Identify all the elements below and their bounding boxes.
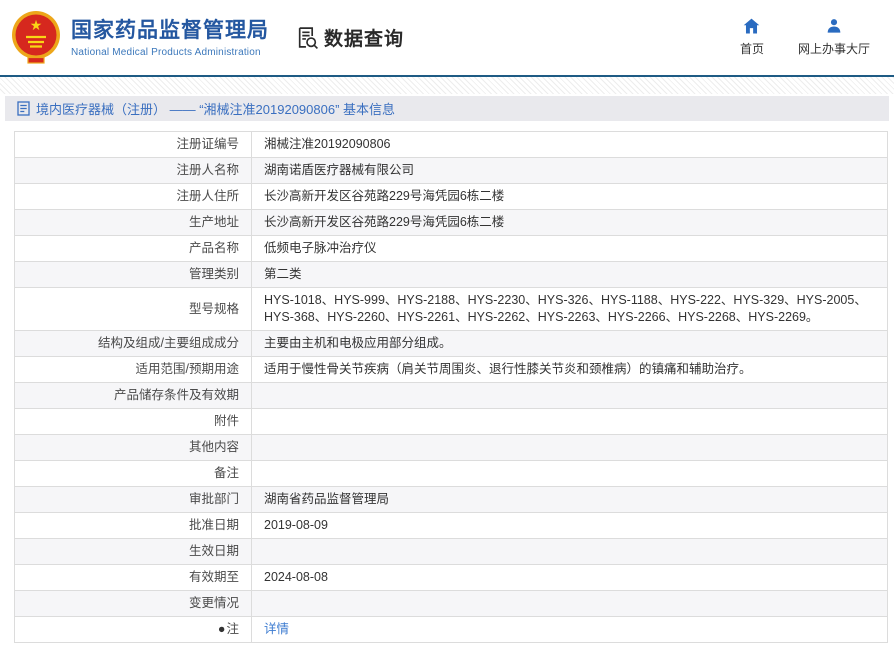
data-query-label: 数据查询 [324, 29, 405, 50]
row-value: 2024-08-08 [251, 564, 888, 591]
table-row: 管理类别 第二类 [14, 261, 888, 288]
row-value: 湖南诺盾医疗器械有限公司 [251, 157, 888, 184]
detail-link[interactable]: 详情 [264, 622, 289, 636]
row-label: ●注 [14, 616, 252, 643]
nav-label-home: 首页 [739, 42, 764, 56]
row-value: 适用于慢性骨关节疾病（肩关节周围炎、退行性膝关节炎和颈椎病）的镇痛和辅助治疗。 [251, 356, 888, 383]
row-value: 长沙高新开发区谷苑路229号海凭园6栋二楼 [251, 209, 888, 236]
table-row: 注册证编号 湘械注准20192090806 [14, 131, 888, 158]
row-value: 低频电子脉冲治疗仪 [251, 235, 888, 262]
header-nav: 首页 网上办事大厅 [740, 18, 878, 57]
row-value [251, 408, 888, 435]
row-label: 其他内容 [14, 434, 252, 461]
table-row: 备注 [14, 460, 888, 487]
brand-logo[interactable]: ★ 国家药品监督管理局 National Medical Products Ad… [10, 10, 269, 65]
china-national-emblem-icon: ★ [12, 11, 60, 64]
row-label: 注册证编号 [14, 131, 252, 158]
nav-label-service-hall: 网上办事大厅 [797, 42, 870, 56]
home-icon [744, 18, 760, 34]
site-subtitle: National Medical Products Administration [71, 46, 261, 58]
row-label: 产品名称 [14, 235, 252, 262]
document-search-icon [298, 27, 318, 50]
row-label: 批准日期 [14, 512, 252, 539]
table-row: 生产地址 长沙高新开发区谷苑路229号海凭园6栋二楼 [14, 209, 888, 236]
table-row: 生效日期 [14, 538, 888, 565]
row-value [251, 460, 888, 487]
table-row: ●注 详情 [14, 616, 888, 643]
svg-text:★: ★ [30, 17, 43, 33]
row-label: 结构及组成/主要组成成分 [14, 330, 252, 357]
row-label: 型号规格 [14, 287, 252, 331]
table-row: 其他内容 [14, 434, 888, 461]
row-label: 变更情况 [14, 590, 252, 617]
row-label: 附件 [14, 408, 252, 435]
breadcrumb-text: 境内医疗器械（注册） —— “湘械注准20192090806” 基本信息 [36, 102, 396, 117]
document-icon [17, 101, 30, 116]
row-label: 审批部门 [14, 486, 252, 513]
table-row: 适用范围/预期用途 适用于慢性骨关节疾病（肩关节周围炎、退行性膝关节炎和颈椎病）的… [14, 356, 888, 383]
row-label: 生产地址 [14, 209, 252, 236]
row-label: 备注 [14, 460, 252, 487]
nav-item-home[interactable]: 首页 [740, 18, 764, 57]
table-row: 结构及组成/主要组成成分 主要由主机和电极应用部分组成。 [14, 330, 888, 357]
data-query-link[interactable]: 数据查询 [295, 24, 404, 51]
table-row: 变更情况 [14, 590, 888, 617]
row-label: 有效期至 [14, 564, 252, 591]
info-table-body: 注册证编号 湘械注准20192090806 注册人名称 湖南诺盾医疗器械有限公司 注册人… [14, 131, 888, 643]
row-value: 第二类 [251, 261, 888, 288]
row-label: 产品储存条件及有效期 [14, 382, 252, 409]
hatch-decoration [0, 77, 894, 94]
row-value: 长沙高新开发区谷苑路229号海凭园6栋二楼 [251, 183, 888, 210]
row-label: 生效日期 [14, 538, 252, 565]
row-value: 2019-08-09 [251, 512, 888, 539]
row-label: 管理类别 [14, 261, 252, 288]
table-row: 产品储存条件及有效期 [14, 382, 888, 409]
table-row: 有效期至 2024-08-08 [14, 564, 888, 591]
row-value [251, 538, 888, 565]
row-value [251, 382, 888, 409]
table-row: 审批部门 湖南省药品监督管理局 [14, 486, 888, 513]
row-value: 湘械注准20192090806 [251, 131, 888, 158]
registration-info-table: 注册证编号 湘械注准20192090806 注册人名称 湖南诺盾医疗器械有限公司 注册人… [14, 131, 888, 643]
user-icon [827, 19, 841, 33]
table-row: 型号规格 HYS-1018、HYS-999、HYS-2188、HYS-2230、H… [14, 287, 888, 331]
table-row: 附件 [14, 408, 888, 435]
breadcrumb: 境内医疗器械（注册） —— “湘械注准20192090806” 基本信息 [5, 96, 889, 121]
nav-item-service-hall[interactable]: 网上办事大厅 [798, 18, 870, 57]
table-row: 注册人名称 湖南诺盾医疗器械有限公司 [14, 157, 888, 184]
page-header: ★ 国家药品监督管理局 National Medical Products Ad… [0, 0, 894, 75]
table-row: 产品名称 低频电子脉冲治疗仪 [14, 235, 888, 262]
table-row: 批准日期 2019-08-09 [14, 512, 888, 539]
row-value [251, 434, 888, 461]
row-value: HYS-1018、HYS-999、HYS-2188、HYS-2230、HYS-3… [251, 287, 888, 331]
row-label: 注册人住所 [14, 183, 252, 210]
row-value: 湖南省药品监督管理局 [251, 486, 888, 513]
site-title: 国家药品监督管理局 [71, 18, 269, 42]
row-value: 详情 [251, 616, 888, 643]
row-value: 主要由主机和电极应用部分组成。 [251, 330, 888, 357]
row-label: 适用范围/预期用途 [14, 356, 252, 383]
table-row: 注册人住所 长沙高新开发区谷苑路229号海凭园6栋二楼 [14, 183, 888, 210]
note-bullet-icon: ● [217, 622, 226, 636]
row-value [251, 590, 888, 617]
row-label: 注册人名称 [14, 157, 252, 184]
